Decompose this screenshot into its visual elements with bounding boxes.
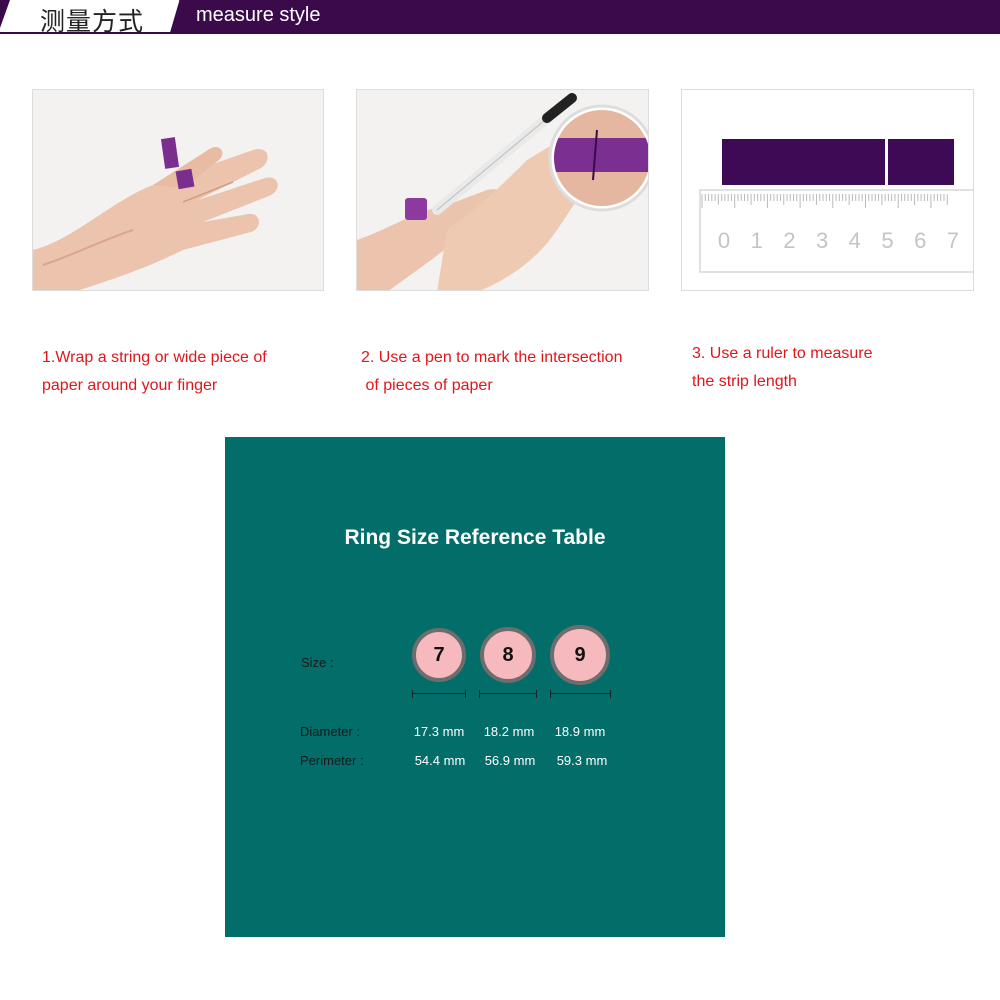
ruler-digit: 3 (816, 228, 828, 253)
ruler-digit: 7 (947, 228, 959, 253)
step3-image: 01234567 (681, 89, 974, 291)
size-label: Size : (301, 655, 334, 670)
step1-caption: 1.Wrap a string or wide piece of paper a… (42, 344, 332, 400)
page: 测量方式 measure style 0 1 2 3 4 5 6 7 1.Wra… (0, 0, 1000, 1000)
ring-size-9: 9 (550, 625, 610, 685)
step1-image (32, 89, 324, 291)
ring-size-8: 8 (480, 627, 536, 683)
step2-line1: 2. Use a pen to mark the intersection (361, 349, 623, 366)
perimeter-value-9: 59.3 mm (556, 753, 608, 768)
step3-line1: 3. Use a ruler to measure (692, 345, 873, 362)
header-title-en: measure style (196, 4, 321, 26)
ruler-illustration: 01234567 (682, 90, 973, 290)
diameter-bar-7 (412, 690, 466, 698)
step1-line2: paper around your finger (42, 377, 218, 394)
step2-caption: 2. Use a pen to mark the intersection of… (361, 344, 661, 400)
ring-size-reference-table: Ring Size Reference Table Size : Diamete… (225, 437, 725, 937)
ruler-digit: 1 (751, 228, 763, 253)
diameter-label: Diameter : (300, 724, 360, 739)
ring-size-7: 7 (412, 628, 466, 682)
banner-shape (0, 0, 1000, 34)
pen-mark-illustration (357, 90, 648, 290)
perimeter-value-7: 54.4 mm (414, 753, 466, 768)
ruler-digit: 6 (914, 228, 926, 253)
ruler-digit: 5 (881, 228, 893, 253)
diameter-bar-9 (550, 690, 611, 698)
diameter-bar-8 (479, 690, 537, 698)
header-banner: 测量方式 measure style (0, 0, 1000, 36)
ruler-digit: 4 (849, 228, 861, 253)
diameter-value-8: 18.2 mm (483, 724, 535, 739)
header-title-cn: 测量方式 (40, 7, 145, 36)
step3-caption: 3. Use a ruler to measure the strip leng… (692, 340, 982, 396)
step1-line1: 1.Wrap a string or wide piece of (42, 349, 267, 366)
hand-wrap-illustration (33, 90, 323, 290)
step2-line2: of pieces of paper (361, 377, 493, 394)
step3-line2: the strip length (692, 373, 797, 390)
perimeter-value-8: 56.9 mm (484, 753, 536, 768)
ruler-digit: 2 (783, 228, 795, 253)
diameter-value-7: 17.3 mm (413, 724, 465, 739)
reference-title: Ring Size Reference Table (344, 526, 606, 549)
ruler-digit: 0 (718, 228, 730, 253)
step2-image (356, 89, 649, 291)
diameter-value-9: 18.9 mm (554, 724, 606, 739)
perimeter-label: Perimeter : (300, 753, 364, 768)
